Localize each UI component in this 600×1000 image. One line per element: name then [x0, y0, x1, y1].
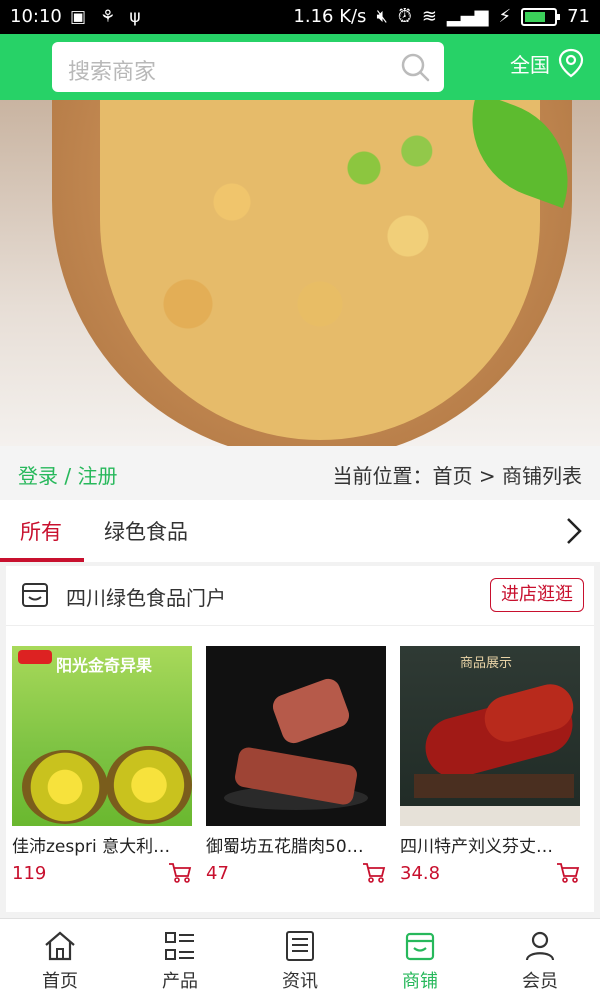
user-icon [525, 931, 555, 961]
nav-products-label: 产品 [162, 971, 198, 992]
battery-percent: 71 [567, 6, 590, 27]
location-pin-icon [558, 48, 584, 78]
nav-products[interactable]: 产品 [120, 919, 240, 1000]
product-name: 四川特产刘义芬丈… [400, 837, 553, 857]
news-icon [286, 931, 314, 961]
product-card[interactable]: 御蜀坊五花腊肉50… 47 [206, 646, 386, 884]
login-register-link[interactable]: 登录 / 注册 [18, 460, 117, 489]
product-card[interactable]: 阳光金奇异果 佳沛zespri 意大利… 119 [12, 646, 192, 884]
cart-icon[interactable] [168, 862, 192, 884]
visit-store-button[interactable]: 进店逛逛 [490, 578, 584, 612]
product-image-caption: 阳光金奇异果 [56, 656, 153, 675]
store-header: 四川绿色食品门户 进店逛逛 [6, 566, 594, 626]
search-input[interactable]: 搜索商家 [52, 42, 444, 92]
product-image-caption: 商品展示 [460, 656, 513, 671]
network-speed: 1.16 K/s [293, 6, 367, 27]
tab-all[interactable]: 所有 [20, 516, 62, 546]
store-name: 四川绿色食品门户 [66, 586, 226, 610]
store-card: 四川绿色食品门户 进店逛逛 阳光金奇异果 佳沛zespri 意大利… 119 御… [6, 566, 594, 912]
product-price: 47 [206, 863, 229, 884]
product-price: 34.8 [400, 863, 441, 884]
grid-list-icon [165, 932, 194, 960]
product-image: 阳光金奇异果 [12, 646, 192, 826]
product-price: 119 [12, 863, 47, 884]
zespri-logo [18, 650, 52, 664]
promo-banner[interactable] [0, 100, 600, 446]
chevron-right-icon[interactable] [562, 516, 586, 546]
nav-home[interactable]: 首页 [0, 919, 120, 1000]
nav-home-label: 首页 [42, 971, 78, 992]
product-name: 御蜀坊五花腊肉50… [206, 837, 364, 857]
mute-icon: 🔇︎ [376, 6, 388, 27]
region-label: 全国 [510, 52, 550, 77]
breadcrumb: 登录 / 注册 当前位置：首页 > 商铺列表 [0, 446, 600, 500]
search-placeholder: 搜索商家 [68, 60, 157, 85]
signal-icon: ▂▄▆ [446, 6, 489, 27]
product-image [206, 646, 386, 826]
cart-icon[interactable] [362, 862, 386, 884]
image-notification-icon: ▣ [70, 7, 87, 27]
share-notification-icon: ⚘ [100, 7, 116, 27]
home-icon [45, 931, 75, 961]
store-icon [22, 583, 48, 607]
status-time: 10:10 [10, 6, 62, 27]
search-icon[interactable] [400, 52, 430, 82]
current-location: 当前位置：首页 > 商铺列表 [332, 464, 582, 488]
wifi-icon: ≋ [421, 6, 437, 27]
nav-news[interactable]: 资讯 [240, 919, 360, 1000]
product-image: 商品展示 [400, 646, 580, 826]
region-selector[interactable]: 全国 [510, 48, 584, 78]
category-tabs: 所有 绿色食品 [0, 500, 600, 562]
nav-member-label: 会员 [522, 971, 558, 992]
nav-store-label: 商铺 [402, 971, 438, 992]
product-card[interactable]: 商品展示 四川特产刘义芬丈… 34.8 [400, 646, 580, 884]
active-tab-indicator [0, 558, 84, 562]
charging-icon: ⚡︎ [498, 6, 512, 27]
status-bar: 10:10 ▣ ⚘ ψ 1.16 K/s 🔇︎ ⏰︎ ≋ ▂▄▆ ⚡︎ 71 [0, 0, 600, 34]
cart-icon[interactable] [556, 862, 580, 884]
nav-member[interactable]: 会员 [480, 919, 600, 1000]
tab-green-food[interactable]: 绿色食品 [104, 516, 188, 546]
app-header: 搜索商家 全国 [0, 34, 600, 100]
product-name: 佳沛zespri 意大利… [12, 837, 171, 857]
nav-news-label: 资讯 [282, 971, 318, 992]
usb-icon: ψ [129, 7, 141, 27]
alarm-icon: ⏰︎ [397, 6, 412, 27]
battery-icon [521, 7, 561, 26]
store-icon [405, 932, 435, 961]
nav-store[interactable]: 商铺 [360, 919, 480, 1000]
bottom-nav: 首页 产品 资讯 商铺 会员 [0, 918, 600, 1000]
status-notification-icons: ▣ ⚘ ψ [70, 7, 141, 27]
